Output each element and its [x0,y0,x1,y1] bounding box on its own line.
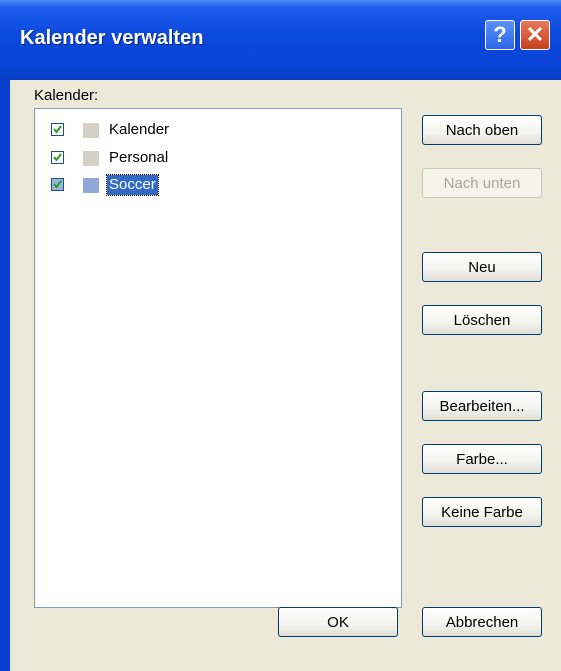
new-button[interactable]: Neu [422,252,542,282]
close-icon: ✕ [525,22,545,47]
edit-button[interactable]: Bearbeiten... [422,391,542,421]
check-icon [53,153,62,162]
color-button[interactable]: Farbe... [422,444,542,474]
title-bar[interactable]: Kalender verwalten ? ✕ [0,0,561,80]
window-title: Kalender verwalten [20,27,204,49]
check-icon [53,125,62,134]
check-icon [53,180,62,189]
cancel-button[interactable]: Abbrechen [422,607,542,637]
move-up-button[interactable]: Nach oben [422,115,542,145]
help-button[interactable]: ? [485,20,515,50]
calendar-name: Kalender [109,121,170,138]
move-down-button[interactable]: Nach unten [422,168,542,198]
color-swatch [83,123,99,138]
ok-button[interactable]: OK [278,607,398,637]
calendar-list[interactable]: Kalender Personal Soccer [34,108,402,608]
color-swatch [83,178,99,193]
close-button[interactable]: ✕ [520,20,550,50]
calendar-name: Soccer [106,174,159,196]
calendars-label: Kalender: [34,87,99,104]
dialog-window: Kalender verwalten ? ✕ Kalender: Kalende… [0,0,561,671]
dialog-body: Kalender: Kalender Personal Soccer Nach … [10,80,561,671]
calendar-checkbox[interactable] [51,178,64,191]
calendar-checkbox[interactable] [51,123,64,136]
no-color-button[interactable]: Keine Farbe [422,497,542,527]
list-item[interactable]: Soccer [35,174,335,198]
list-item[interactable]: Kalender [35,121,335,143]
list-item[interactable]: Personal [35,149,335,171]
delete-button[interactable]: Löschen [422,305,542,335]
help-icon: ? [493,22,507,47]
color-swatch [83,151,99,166]
calendar-checkbox[interactable] [51,151,64,164]
calendar-name: Personal [109,149,169,166]
